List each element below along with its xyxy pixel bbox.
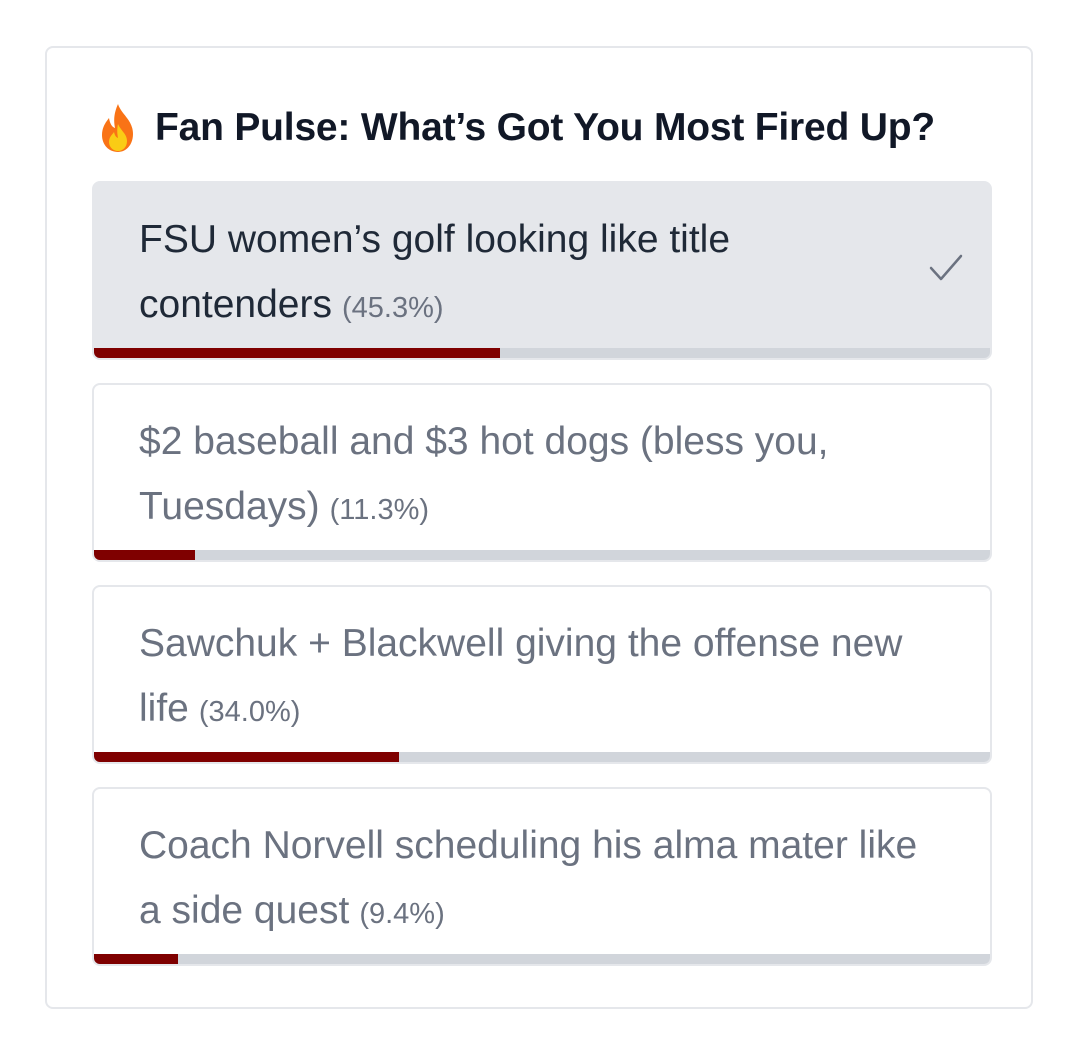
poll-option-label: Coach Norvell scheduling his alma mater … [139, 813, 929, 947]
result-bar-fill [94, 348, 500, 358]
poll-option-label: $2 baseball and $3 hot dogs (bless you, … [139, 409, 929, 543]
result-bar-track [94, 752, 990, 762]
poll-header: Fan Pulse: What’s Got You Most Fired Up? [95, 100, 935, 156]
poll-card: Fan Pulse: What’s Got You Most Fired Up?… [45, 46, 1033, 1009]
poll-option-label: Sawchuk + Blackwell giving the offense n… [139, 611, 929, 745]
poll-option-percent: (34.0%) [198, 696, 301, 728]
poll-title: Fan Pulse: What’s Got You Most Fired Up? [155, 106, 935, 149]
poll-option-label: FSU women’s golf looking like title cont… [139, 207, 929, 341]
result-bar-track [94, 954, 990, 964]
result-bar-track [94, 348, 990, 358]
poll-option[interactable]: FSU women’s golf looking like title cont… [92, 181, 992, 360]
result-bar-track [94, 550, 990, 560]
result-bar-fill [94, 550, 196, 560]
poll-option-text: $2 baseball and $3 hot dogs (bless you, … [139, 420, 829, 528]
poll-options: FSU women’s golf looking like title cont… [92, 181, 992, 989]
result-bar-fill [94, 954, 179, 964]
result-bar-fill [94, 752, 399, 762]
poll-option[interactable]: $2 baseball and $3 hot dogs (bless you, … [92, 383, 992, 562]
fire-icon [102, 104, 133, 152]
checkmark-icon [929, 254, 963, 281]
poll-option[interactable]: Sawchuk + Blackwell giving the offense n… [92, 585, 992, 764]
poll-option-percent: (9.4%) [359, 898, 445, 930]
poll-option[interactable]: Coach Norvell scheduling his alma mater … [92, 787, 992, 966]
poll-option-percent: (45.3%) [341, 292, 444, 324]
poll-option-percent: (11.3%) [329, 494, 430, 526]
poll-option-text: Coach Norvell scheduling his alma mater … [139, 824, 918, 932]
